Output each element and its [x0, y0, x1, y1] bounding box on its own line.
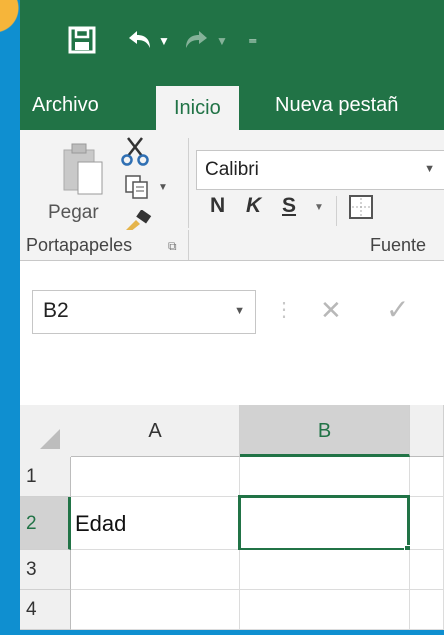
italic-button[interactable]: K	[246, 194, 261, 218]
chevron-down-icon[interactable]: ▼	[234, 305, 245, 317]
cut-icon[interactable]	[120, 136, 150, 171]
bold-button[interactable]: N	[210, 194, 225, 218]
name-box[interactable]: B2 ▼	[32, 290, 256, 334]
cancel-icon[interactable]: ✕	[320, 295, 342, 326]
cell-b3[interactable]	[240, 550, 410, 590]
select-all-triangle-icon	[40, 429, 60, 449]
select-all-corner[interactable]	[20, 405, 72, 458]
ribbon-tab-bar: Archivo Inicio Nueva pestañ	[20, 80, 444, 130]
row-header-4[interactable]: 4	[20, 590, 71, 630]
chevron-down-icon[interactable]: ▼	[424, 163, 435, 175]
tab-nueva-pestana[interactable]: Nueva pestañ	[275, 94, 398, 117]
font-group-label: Fuente	[370, 235, 427, 255]
save-icon[interactable]	[68, 26, 96, 59]
underline-dropdown-icon[interactable]: ▼	[314, 202, 324, 213]
tab-archivo[interactable]: Archivo	[32, 94, 99, 117]
font-name-select[interactable]: Calibri ▼	[196, 150, 444, 190]
column-header-a[interactable]: A	[71, 405, 240, 457]
excel-window: ▼ ▼ ₌ Archivo Inicio Nueva pestañ Pegar …	[20, 0, 444, 630]
paste-label[interactable]: Pegar	[48, 202, 99, 224]
clipboard-group-label: Portapapeles	[26, 235, 133, 255]
cell-c4[interactable]	[410, 590, 444, 630]
ribbon-group-labels: Portapapeles ⧉ Fuente	[20, 230, 444, 261]
row-header-1[interactable]: 1	[20, 457, 71, 497]
cell-b2[interactable]	[238, 495, 410, 551]
row-header-3[interactable]: 3	[20, 550, 71, 590]
customize-qat-icon[interactable]: ₌	[248, 28, 258, 49]
enter-icon[interactable]: ✓	[386, 293, 409, 326]
cell-a2[interactable]: Edad	[71, 497, 240, 550]
underline-button[interactable]: S	[282, 194, 296, 218]
quick-access-toolbar: ▼ ▼ ₌	[20, 0, 444, 80]
font-name-value: Calibri	[205, 159, 259, 180]
row-header-2[interactable]: 2	[20, 497, 71, 550]
separator	[188, 138, 189, 228]
dialog-launcher-icon[interactable]: ⧉	[168, 239, 177, 254]
copy-dropdown-icon[interactable]: ▼	[158, 182, 168, 193]
redo-dropdown-icon: ▼	[216, 34, 228, 48]
column-header-c[interactable]	[410, 405, 444, 457]
cell-c2[interactable]	[410, 497, 444, 550]
borders-icon[interactable]	[348, 194, 374, 225]
copy-icon[interactable]	[124, 174, 150, 205]
cell-a3[interactable]	[71, 550, 240, 590]
separator	[336, 196, 337, 226]
cell-c3[interactable]	[410, 550, 444, 590]
cell-a1[interactable]	[71, 457, 240, 497]
column-header-b[interactable]: B	[240, 405, 410, 457]
cell-b1[interactable]	[240, 457, 410, 497]
undo-icon[interactable]	[124, 26, 154, 59]
undo-dropdown-icon[interactable]: ▼	[158, 34, 170, 48]
redo-icon	[182, 26, 212, 59]
ribbon-panel: Pegar ▼ ▼	[20, 130, 444, 245]
formula-bar-area: B2 ▼ ⋮ ✕ ✓	[20, 261, 444, 366]
tab-inicio[interactable]: Inicio	[156, 86, 239, 130]
cell-a4[interactable]	[71, 590, 240, 630]
cell-c1[interactable]	[410, 457, 444, 497]
separator	[188, 230, 189, 260]
paste-icon[interactable]	[62, 142, 106, 203]
cell-b4[interactable]	[240, 590, 410, 630]
formula-bar-divider-icon: ⋮	[274, 299, 294, 321]
name-box-value: B2	[43, 299, 69, 322]
